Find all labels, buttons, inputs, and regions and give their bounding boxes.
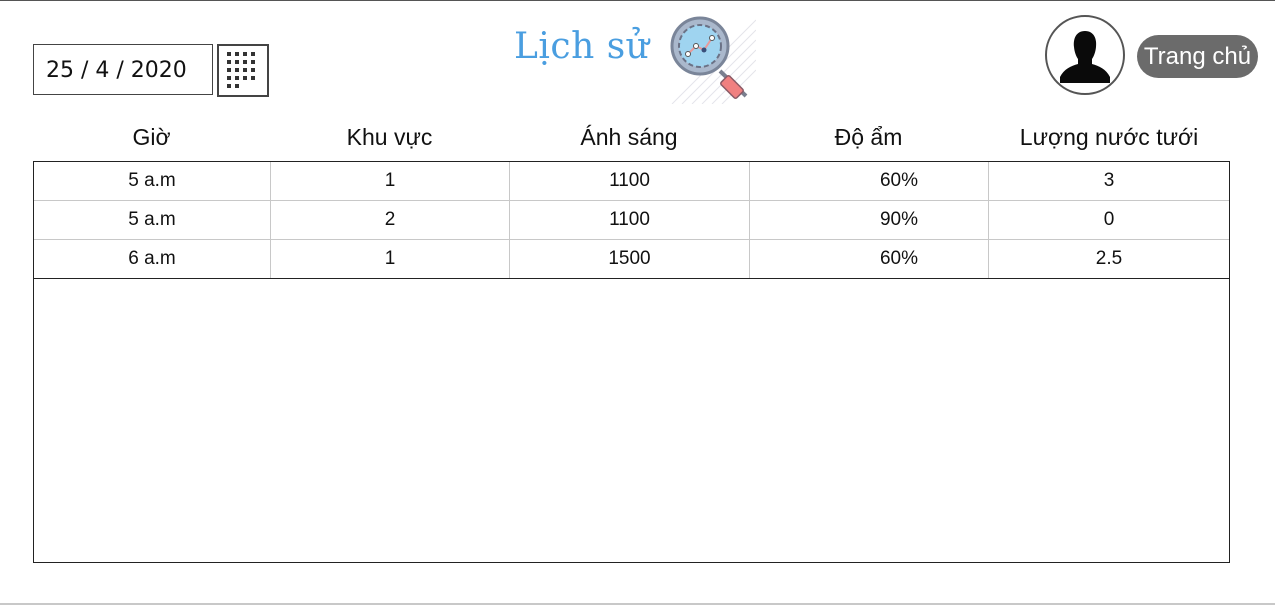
table-row[interactable]: 6 a.m 1 1500 60% 2.5 bbox=[34, 240, 1229, 279]
magnifier-chart-icon bbox=[670, 16, 756, 104]
table-row[interactable]: 5 a.m 2 1100 90% 0 bbox=[34, 201, 1229, 240]
table-row[interactable]: 5 a.m 1 1100 60% 3 bbox=[34, 162, 1229, 201]
cell-water: 2.5 bbox=[1095, 248, 1123, 269]
cell-light: 1500 bbox=[510, 240, 750, 278]
window-top-border bbox=[0, 0, 1275, 1]
column-header-water: Lượng nước tưới bbox=[1019, 124, 1199, 150]
user-silhouette-icon bbox=[1060, 31, 1110, 83]
date-input[interactable]: 25 / 4 / 2020 bbox=[33, 44, 213, 95]
column-header-time: Giờ bbox=[132, 124, 171, 150]
cell-light: 1100 bbox=[510, 201, 750, 239]
window-bottom-border bbox=[0, 603, 1275, 605]
calendar-grid-icon bbox=[227, 52, 255, 88]
cell-water: 3 bbox=[1103, 170, 1115, 191]
cell-time: 5 a.m bbox=[34, 201, 271, 239]
home-button[interactable]: Trang chủ bbox=[1137, 35, 1258, 78]
cell-time: 6 a.m bbox=[34, 240, 271, 278]
cell-water: 0 bbox=[1103, 209, 1115, 230]
column-header-light: Ánh sáng bbox=[580, 124, 678, 150]
column-header-humidity: Độ ẩm bbox=[834, 124, 903, 150]
table-header: Giờ Khu vực Ánh sáng Độ ẩm Lượng nước tư… bbox=[33, 118, 1230, 156]
cell-zone: 1 bbox=[271, 240, 510, 278]
cell-time: 5 a.m bbox=[34, 162, 271, 200]
page-title: Lịch sử bbox=[514, 26, 650, 67]
history-table: 5 a.m 1 1100 60% 3 5 a.m 2 1100 90% 0 6 … bbox=[33, 161, 1230, 563]
column-header-zone: Khu vực bbox=[346, 124, 433, 150]
calendar-button[interactable] bbox=[217, 44, 269, 97]
cell-humidity: 90% bbox=[750, 201, 989, 239]
user-avatar[interactable] bbox=[1045, 15, 1125, 95]
cell-light: 1100 bbox=[510, 162, 750, 200]
cell-humidity: 60% bbox=[750, 240, 989, 278]
cell-zone: 1 bbox=[271, 162, 510, 200]
cell-zone: 2 bbox=[271, 201, 510, 239]
cell-humidity: 60% bbox=[750, 162, 989, 200]
